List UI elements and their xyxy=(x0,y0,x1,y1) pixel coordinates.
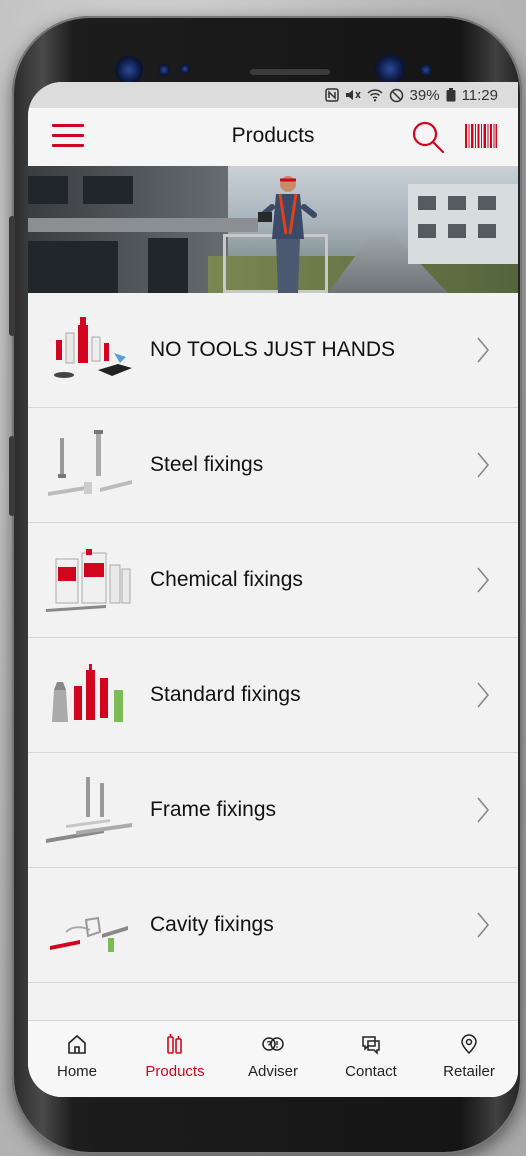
sensor-icon xyxy=(420,64,432,76)
category-label: Chemical fixings xyxy=(150,568,303,591)
tab-contact[interactable]: Contact xyxy=(322,1021,420,1097)
tab-label: Products xyxy=(145,1063,205,1080)
app-header: Products xyxy=(28,108,518,166)
tab-label: Home xyxy=(56,1063,97,1080)
search-icon[interactable] xyxy=(411,120,445,154)
list-item[interactable]: Standard fixings xyxy=(28,638,518,753)
tab-label: Adviser xyxy=(247,1063,299,1080)
sensor-icon xyxy=(180,64,190,74)
tab-label: Retailer xyxy=(443,1063,495,1080)
earpiece-speaker xyxy=(250,69,330,75)
adviser-icon xyxy=(262,1037,284,1051)
chevron-right-icon xyxy=(477,337,490,363)
banner-platform xyxy=(28,218,258,232)
home-icon xyxy=(68,1034,86,1054)
bottom-tab-bar: Home Products Adviser Contact Retailer xyxy=(28,1020,518,1097)
location-pin-icon xyxy=(461,1034,477,1055)
mute-icon xyxy=(345,90,361,100)
list-item[interactable]: NO TOOLS JUST HANDS xyxy=(28,293,518,408)
list-item[interactable]: Chemical fixings xyxy=(28,523,518,638)
nfc-icon xyxy=(324,88,339,102)
list-item[interactable]: Cavity fixings xyxy=(28,868,518,983)
battery-icon xyxy=(446,88,456,102)
products-icon xyxy=(167,1034,182,1054)
standard-fixings-thumb xyxy=(52,664,123,722)
do-not-disturb-icon xyxy=(389,88,403,102)
barcode-icon[interactable] xyxy=(465,124,497,148)
app-screen: 39% 11:29 Products NO TOOLS JUST HANDS S… xyxy=(28,82,518,1097)
volume-button xyxy=(9,216,15,336)
front-camera-icon xyxy=(375,54,405,84)
steel-fixings-thumb xyxy=(48,430,132,496)
category-label: Cavity fixings xyxy=(150,913,274,936)
tab-retailer[interactable]: Retailer xyxy=(420,1021,518,1097)
category-label: Steel fixings xyxy=(150,453,264,476)
banner-building-right xyxy=(408,184,518,264)
battery-percent: 39% xyxy=(409,86,440,104)
chevron-right-icon xyxy=(477,912,490,938)
cavity-fixings-thumb xyxy=(50,916,128,952)
category-label: NO TOOLS JUST HANDS xyxy=(150,338,396,361)
chevron-right-icon xyxy=(477,682,490,708)
wifi-icon xyxy=(367,89,383,102)
chevron-right-icon xyxy=(477,452,490,478)
category-list: NO TOOLS JUST HANDS Steel fixings Chemic… xyxy=(28,293,518,983)
iris-camera-icon xyxy=(115,56,143,84)
bixby-button xyxy=(9,436,15,516)
list-item[interactable]: Steel fixings xyxy=(28,408,518,523)
chevron-right-icon xyxy=(477,797,490,823)
chemical-fixings-thumb xyxy=(46,549,131,612)
list-item[interactable]: Frame fixings xyxy=(28,753,518,868)
worker-figure xyxy=(258,176,317,293)
clock: 11:29 xyxy=(461,86,498,104)
chevron-right-icon xyxy=(477,567,490,593)
hero-image xyxy=(28,166,518,293)
no-tools-products-thumb xyxy=(54,317,132,378)
category-label: Frame fixings xyxy=(150,798,277,821)
frame-fixings-thumb xyxy=(46,777,132,843)
sensor-icon xyxy=(158,64,170,76)
tab-label: Contact xyxy=(345,1063,397,1080)
tab-products[interactable]: Products xyxy=(126,1021,224,1097)
tab-adviser[interactable]: Adviser xyxy=(224,1021,322,1097)
tab-home[interactable]: Home xyxy=(28,1021,126,1097)
category-label: Standard fixings xyxy=(150,683,301,706)
status-bar: 39% 11:29 xyxy=(28,82,518,108)
contact-icon xyxy=(362,1036,380,1055)
